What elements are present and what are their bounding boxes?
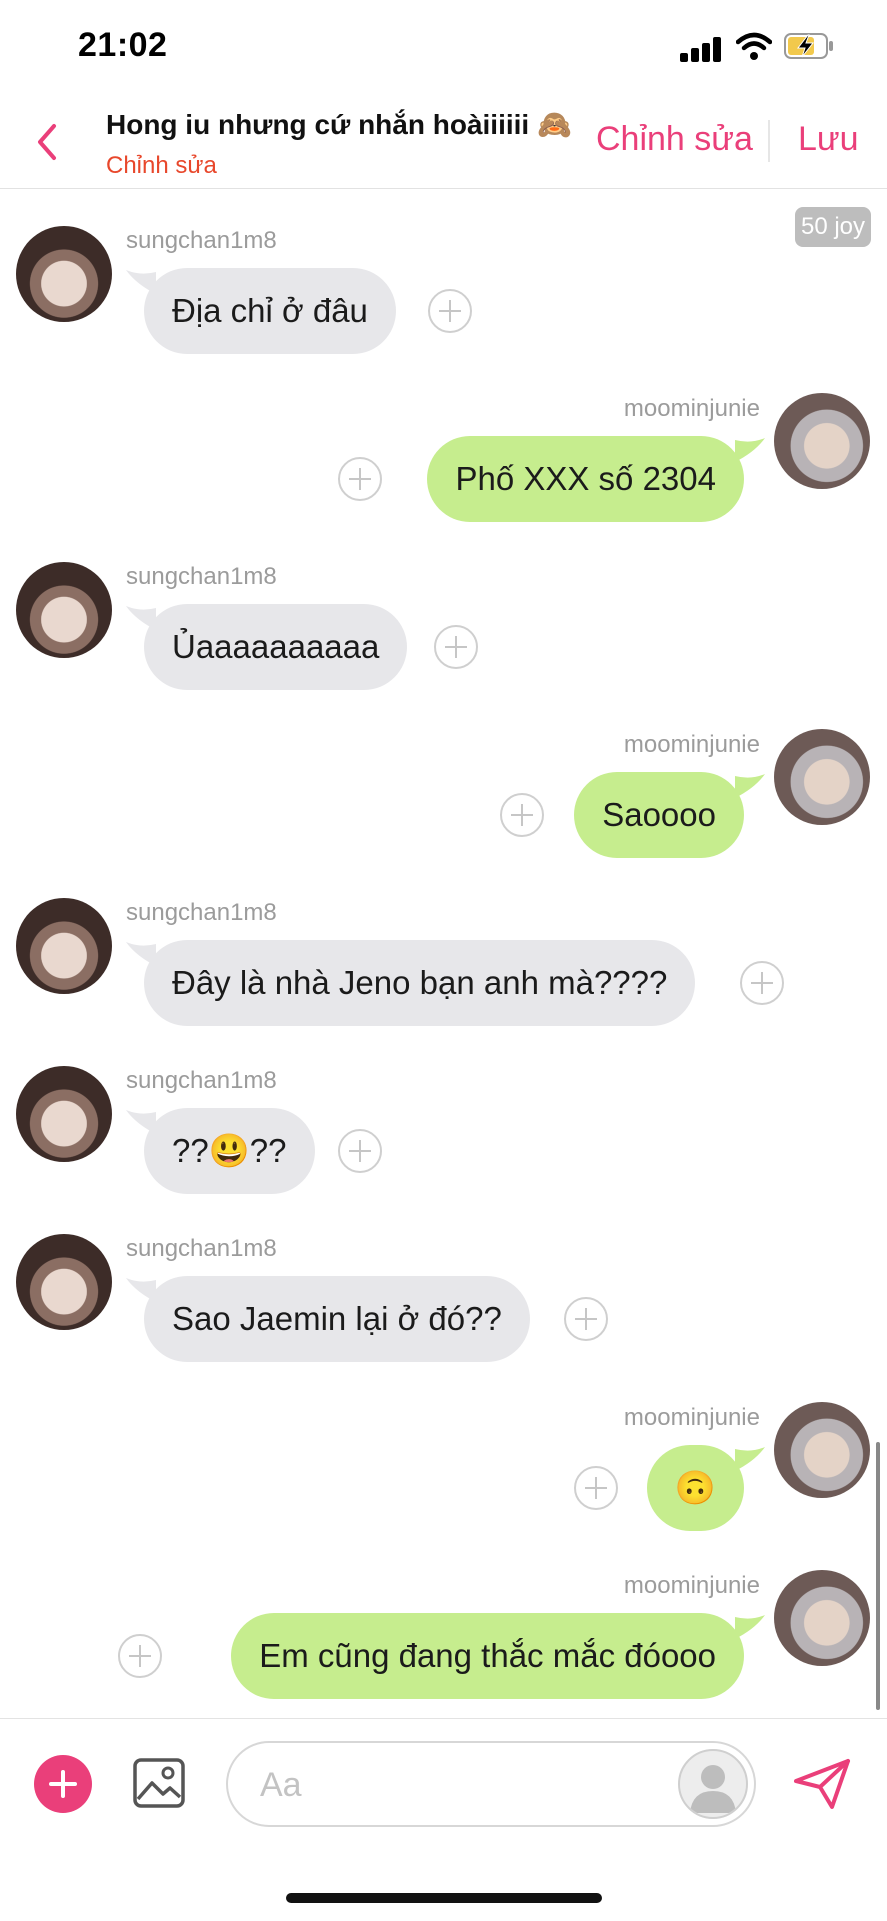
battery-charging-icon (784, 33, 833, 59)
message-bubble[interactable]: Em cũng đang thắc mắc đóooo (231, 1613, 744, 1699)
back-button[interactable] (34, 122, 60, 162)
bubble-tail (735, 1447, 765, 1471)
person-silhouette-icon (690, 1765, 736, 1813)
composer-bar (0, 1718, 887, 1921)
avatar[interactable] (16, 1234, 112, 1330)
header-divider (768, 120, 770, 162)
add-reaction-icon[interactable] (574, 1466, 618, 1510)
message-username: sungchan1m8 (126, 899, 277, 926)
message-bubble[interactable]: 🙃 (646, 1445, 744, 1531)
add-reaction-icon[interactable] (338, 1129, 382, 1173)
avatar[interactable] (16, 562, 112, 658)
chat-subtitle[interactable]: Chỉnh sửa (106, 152, 217, 180)
image-icon[interactable] (132, 1757, 186, 1809)
add-reaction-icon[interactable] (434, 625, 478, 669)
chat-header: Hong iu nhưng cứ nhắn hoàiiiiii 🙈 Chỉnh … (0, 96, 887, 189)
cost-badge: 50 joy (795, 207, 871, 247)
message-bubble[interactable]: Ủaaaaaaaaaa (144, 604, 408, 690)
bubble-tail (735, 774, 765, 798)
add-reaction-icon[interactable] (500, 793, 544, 837)
message-bubble[interactable]: Sao Jaemin lại ở đó?? (144, 1276, 530, 1362)
status-time: 21:02 (78, 26, 168, 64)
add-button[interactable] (34, 1755, 92, 1813)
scrollbar[interactable] (876, 1442, 880, 1710)
message-username: sungchan1m8 (126, 1235, 277, 1262)
message-bubble[interactable]: ??😃?? (144, 1108, 315, 1194)
avatar[interactable] (16, 226, 112, 322)
message-username: sungchan1m8 (126, 563, 277, 590)
message-input[interactable] (258, 1743, 642, 1827)
message-username: moominjunie (623, 1404, 760, 1431)
message-bubble[interactable]: Địa chỉ ở đâu (144, 268, 396, 354)
save-button[interactable]: Lưu (798, 120, 859, 159)
avatar[interactable] (774, 729, 870, 825)
edit-button[interactable]: Chỉnh sửa (596, 120, 753, 159)
bubble-tail (735, 438, 765, 462)
add-reaction-icon[interactable] (118, 1634, 162, 1678)
persona-avatar-icon[interactable] (678, 1749, 748, 1819)
avatar[interactable] (16, 1066, 112, 1162)
message-bubble[interactable]: Saoooo (574, 772, 744, 858)
message-bubble[interactable]: Đây là nhà Jeno bạn anh mà???? (144, 940, 696, 1026)
avatar[interactable] (16, 898, 112, 994)
chat-title: Hong iu nhưng cứ nhắn hoàiiiiii 🙈 (106, 109, 572, 140)
avatar[interactable] (774, 1570, 870, 1666)
message-input-field[interactable] (226, 1741, 756, 1827)
home-indicator (286, 1893, 602, 1903)
wifi-icon (736, 32, 772, 60)
status-bar: 21:02 (0, 0, 887, 96)
add-reaction-icon[interactable] (564, 1297, 608, 1341)
add-reaction-icon[interactable] (428, 289, 472, 333)
add-reaction-icon[interactable] (740, 961, 784, 1005)
cellular-signal-icon (680, 36, 724, 62)
message-username: sungchan1m8 (126, 1067, 277, 1094)
bubble-tail (735, 1615, 765, 1639)
message-bubble[interactable]: Phố XXX số 2304 (427, 436, 744, 522)
add-reaction-icon[interactable] (338, 457, 382, 501)
avatar[interactable] (774, 393, 870, 489)
message-username: moominjunie (623, 731, 760, 758)
send-icon[interactable] (792, 1757, 852, 1811)
avatar[interactable] (774, 1402, 870, 1498)
message-username: moominjunie (623, 1572, 760, 1599)
message-username: moominjunie (623, 395, 760, 422)
message-username: sungchan1m8 (126, 227, 277, 254)
